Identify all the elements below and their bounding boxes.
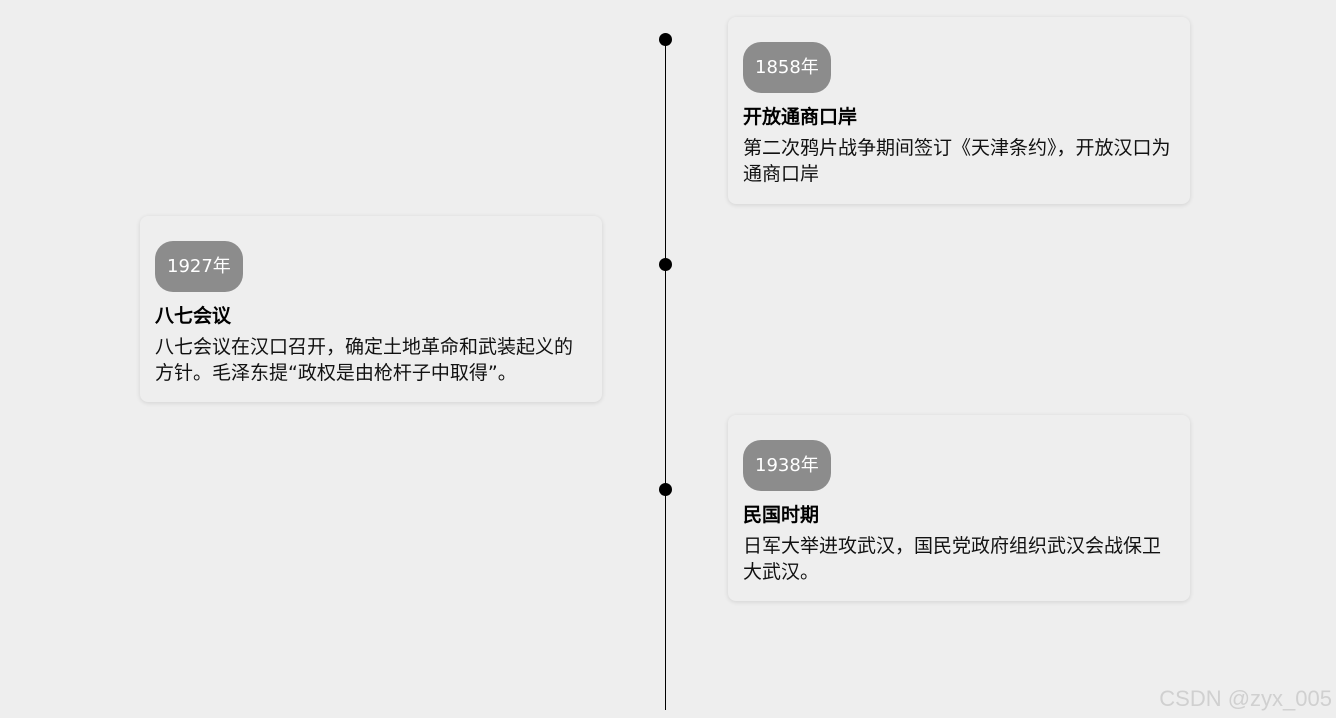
timeline-dot <box>659 258 672 271</box>
event-title: 八七会议 <box>155 305 232 327</box>
event-description: 第二次鸦片战争期间签订《天津条约》，开放汉口为通商口岸 <box>743 137 1171 185</box>
year-badge: 1938年 <box>743 440 831 491</box>
timeline-axis <box>665 40 666 710</box>
timeline-card: 1927年 八七会议 八七会议在汉口召开，确定土地革命和武装起义的方针。毛泽东提… <box>140 216 602 402</box>
event-title: 开放通商口岸 <box>743 106 858 128</box>
timeline-card: 1938年 民国时期 日军大举进攻武汉，国民党政府组织武汉会战保卫大武汉。 <box>728 415 1190 601</box>
event-description: 日军大举进攻武汉，国民党政府组织武汉会战保卫大武汉。 <box>743 535 1162 583</box>
timeline-dot <box>659 483 672 496</box>
watermark: CSDN @zyx_005 <box>1159 686 1332 711</box>
year-badge: 1858年 <box>743 42 831 93</box>
event-title: 民国时期 <box>743 504 820 526</box>
timeline-card: 1858年 开放通商口岸 第二次鸦片战争期间签订《天津条约》，开放汉口为通商口岸 <box>728 17 1190 204</box>
year-badge: 1927年 <box>155 241 243 292</box>
event-description: 八七会议在汉口召开，确定土地革命和武装起义的方针。毛泽东提“政权是由枪杆子中取得… <box>155 336 574 384</box>
timeline-page: 1858年 开放通商口岸 第二次鸦片战争期间签订《天津条约》，开放汉口为通商口岸… <box>0 0 1336 718</box>
timeline-dot <box>659 33 672 46</box>
